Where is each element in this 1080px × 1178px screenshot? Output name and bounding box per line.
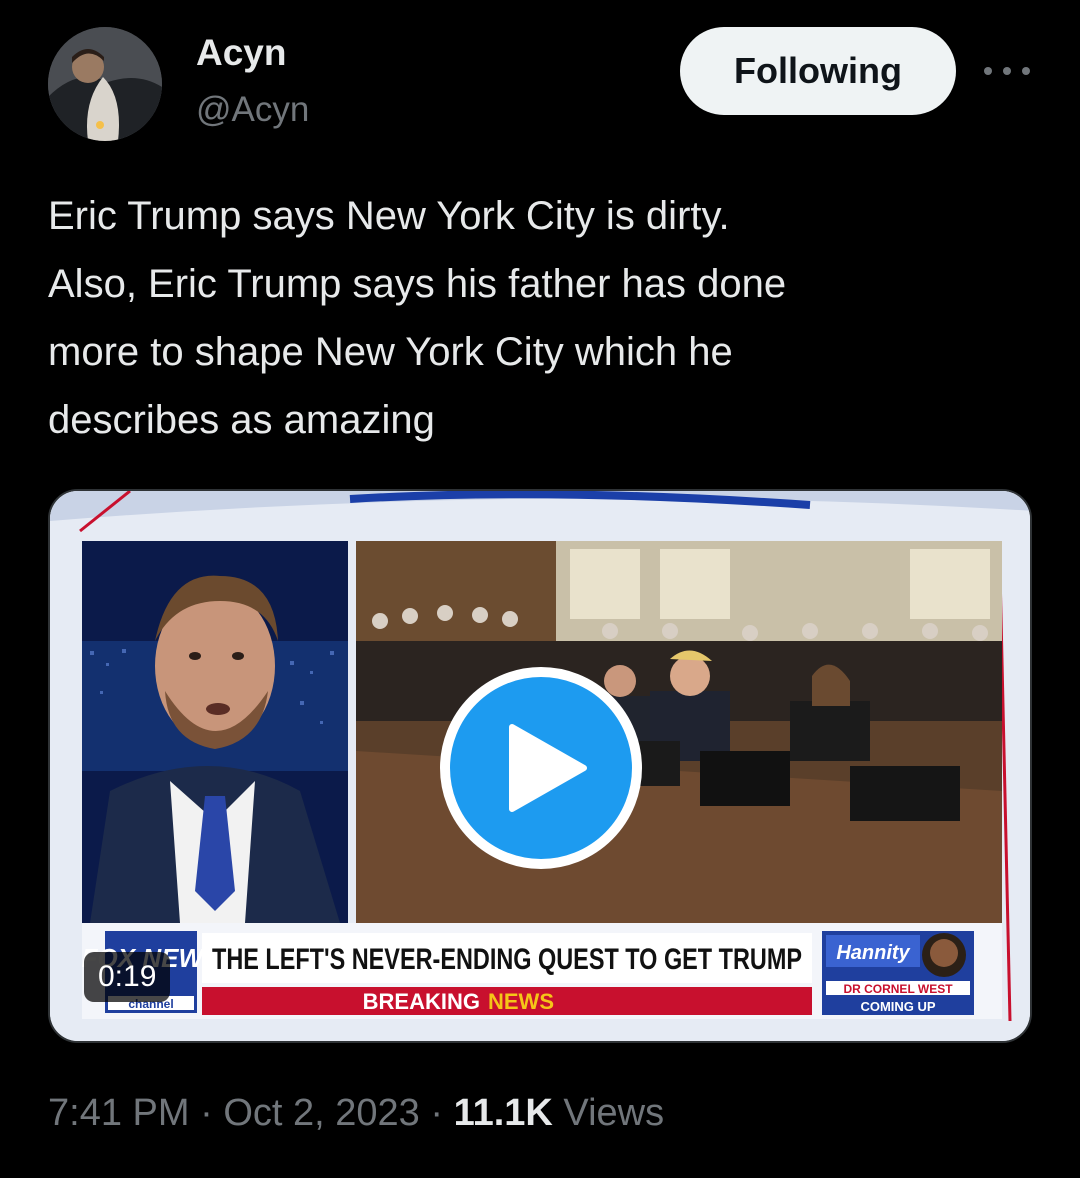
chyron-headline: THE LEFT'S NEVER-ENDING QUEST TO GET TRU… bbox=[212, 943, 802, 976]
play-button[interactable] bbox=[440, 667, 642, 869]
video-duration: 0:19 bbox=[84, 952, 171, 1002]
following-button[interactable]: Following bbox=[680, 27, 956, 115]
meta-separator: · bbox=[419, 1092, 454, 1134]
more-dot bbox=[984, 67, 992, 75]
tweet-date[interactable]: Oct 2, 2023 bbox=[223, 1092, 419, 1134]
meta-separator: · bbox=[189, 1092, 224, 1134]
tweet-time[interactable]: 7:41 PM bbox=[48, 1092, 190, 1134]
views-label: Views bbox=[552, 1092, 665, 1134]
chyron-news: NEWS bbox=[488, 989, 554, 1014]
more-dot bbox=[1022, 67, 1030, 75]
tweet-meta: 7:41 PM · Oct 2, 2023 · 11.1K Views bbox=[48, 1092, 664, 1135]
tweet-text: Eric Trump says New York City is dirty. … bbox=[48, 194, 787, 442]
chyron-breaking: BREAKING bbox=[363, 989, 480, 1014]
more-dot bbox=[1003, 67, 1011, 75]
play-icon bbox=[509, 724, 587, 812]
author-handle[interactable]: @Acyn bbox=[196, 90, 309, 130]
views-count[interactable]: 11.1K bbox=[454, 1092, 553, 1134]
author-display-name[interactable]: Acyn bbox=[196, 32, 286, 74]
promo-line1: DR CORNEL WEST bbox=[843, 982, 953, 996]
more-horizontal-icon[interactable] bbox=[984, 56, 1030, 86]
promo-line2: COMING UP bbox=[860, 999, 935, 1014]
show-name: Hannity bbox=[836, 942, 910, 964]
author-avatar[interactable] bbox=[48, 27, 162, 141]
